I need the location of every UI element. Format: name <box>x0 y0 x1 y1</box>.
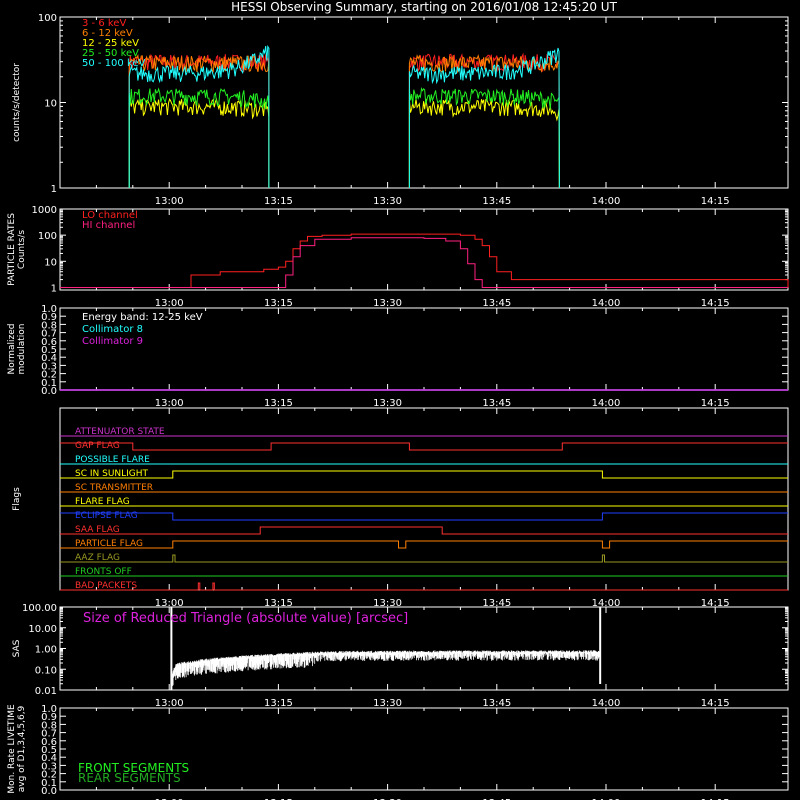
y-tick-label: 10 <box>44 99 57 110</box>
legend-entry: REAR SEGMENTS <box>78 771 181 785</box>
panel-lightcurves: 13:00 13:15 13:30 13:45 14:00 14:15 counts/s/d… <box>12 13 789 207</box>
flag-label: FLARE FLAG <box>75 497 130 507</box>
x-tick-label: 13:30 <box>373 196 402 207</box>
flag-trace <box>60 512 788 521</box>
panel-flags: 13:00 13:15 13:30 13:45 14:00 14:15FlagsATTEN… <box>12 407 789 609</box>
x-tick-label: 13:45 <box>482 298 511 309</box>
sas-trace <box>171 650 601 690</box>
panel-frame <box>59 208 789 291</box>
legend-entry: HI channel <box>82 220 135 231</box>
x-tick-label: 13:30 <box>373 398 402 409</box>
y-axis-label: Normalized <box>7 323 17 374</box>
x-tick-label: 13:45 <box>482 698 511 709</box>
y-tick-label: 1 <box>51 184 57 195</box>
x-tick-label: 13:30 <box>373 698 402 709</box>
x-tick-label: 14:00 <box>592 196 621 207</box>
x-tick-label: 13:00 <box>155 196 184 207</box>
x-tick-label: 13:00 <box>155 398 184 409</box>
y-tick-label: 100.00 <box>22 603 57 614</box>
lightcurve-1 <box>128 54 560 189</box>
panel-sas: 13:00 13:15 13:30 13:45 14:00 14:15 SAS 0.01 0.1… <box>12 603 789 709</box>
legend-entry: Size of Reduced Triangle (absolute value… <box>83 611 408 626</box>
flag-label: GAP FLAG <box>75 441 120 451</box>
x-tick-label: 13:45 <box>482 398 511 409</box>
flag-trace <box>60 442 788 451</box>
y-axis-label: Flags <box>12 487 22 511</box>
y-tick-label: 1 <box>51 283 57 294</box>
y-tick-label: 0.10 <box>35 665 57 676</box>
legend-entry: Collimator 8 <box>82 324 143 335</box>
y-axis-label: Mon. Rate LIVETIME <box>7 704 17 794</box>
panel-livetime: 13:0013:1513:3013:4514:0014:15Mon. Rate … <box>7 704 789 800</box>
legend-title: Energy band: 12-25 keV <box>82 312 203 323</box>
flag-label: SAA FLAG <box>75 525 120 535</box>
x-tick-label: 13:15 <box>264 298 293 309</box>
y-tick-label: 1000 <box>32 205 57 216</box>
y-tick-label: 10 <box>44 257 57 268</box>
flag-trace <box>60 470 788 479</box>
x-tick-label: 14:15 <box>701 196 730 207</box>
x-tick-label: 14:15 <box>701 398 730 409</box>
panel-particle_rates: 13:00 13:15 13:30 13:45 14:00 14:15 PARTICLE R… <box>7 205 789 309</box>
flag-trace <box>60 554 788 563</box>
y-tick-label: 0.01 <box>35 686 57 697</box>
x-tick-label: 13:15 <box>264 698 293 709</box>
legend-entry: Collimator 9 <box>82 336 143 347</box>
x-tick-label: 13:45 <box>482 196 511 207</box>
y-axis-label: counts/s/detector <box>12 63 22 142</box>
x-tick-label: 14:00 <box>592 398 621 409</box>
y-axis-label: SAS <box>12 639 22 657</box>
particle-rate-0 <box>60 233 789 288</box>
flag-label: POSSIBLE FLARE <box>75 455 150 465</box>
panel-frame <box>59 407 789 591</box>
flag-label: SC TRANSMITTER <box>75 483 153 493</box>
flag-label: ECLIPSE FLAG <box>75 511 138 521</box>
panel-modulation: 13:00 13:15 13:30 13:45 14:00 14:15 Normalized… <box>7 304 789 409</box>
flag-label: BAD PACKETS <box>75 581 137 591</box>
y-axis-label: Counts/s <box>17 230 27 269</box>
y-axis-label: avg of D1,3,4,5,6,9 <box>17 705 27 792</box>
flag-label: SC IN SUNLIGHT <box>75 469 149 479</box>
flag-label: PARTICLE FLAG <box>75 539 143 549</box>
x-tick-label: 14:15 <box>701 698 730 709</box>
y-axis-label: modulation <box>17 324 27 375</box>
y-tick-label: 1.0 <box>41 304 57 315</box>
x-tick-label: 13:15 <box>264 196 293 207</box>
x-tick-label: 13:15 <box>264 398 293 409</box>
flag-trace <box>60 540 788 549</box>
y-tick-label: 100 <box>38 13 57 24</box>
y-tick-label: 10.00 <box>28 624 57 635</box>
flag-label: ATTENUATOR STATE <box>75 427 165 437</box>
x-tick-label: 14:00 <box>592 298 621 309</box>
x-tick-label: 13:00 <box>155 698 184 709</box>
flag-label: FRONTS OFF <box>75 567 132 577</box>
x-tick-label: 13:00 <box>155 298 184 309</box>
flag-label: AAZ FLAG <box>75 553 120 563</box>
x-tick-label: 14:15 <box>701 298 730 309</box>
summary-plot-canvas: 13:00 13:15 13:30 13:45 14:00 14:15 counts/s/d… <box>7 13 789 800</box>
y-tick-label: 1.00 <box>35 645 57 656</box>
y-axis-label: PARTICLE RATES <box>7 213 17 286</box>
legend-entry: 50 - 100 keV <box>82 58 146 69</box>
y-tick-label: 1.0 <box>41 704 57 715</box>
x-tick-label: 13:30 <box>373 298 402 309</box>
lightcurve-2 <box>128 97 560 189</box>
flag-trace <box>60 526 788 535</box>
x-tick-label: 14:00 <box>592 698 621 709</box>
y-tick-label: 100 <box>38 231 57 242</box>
